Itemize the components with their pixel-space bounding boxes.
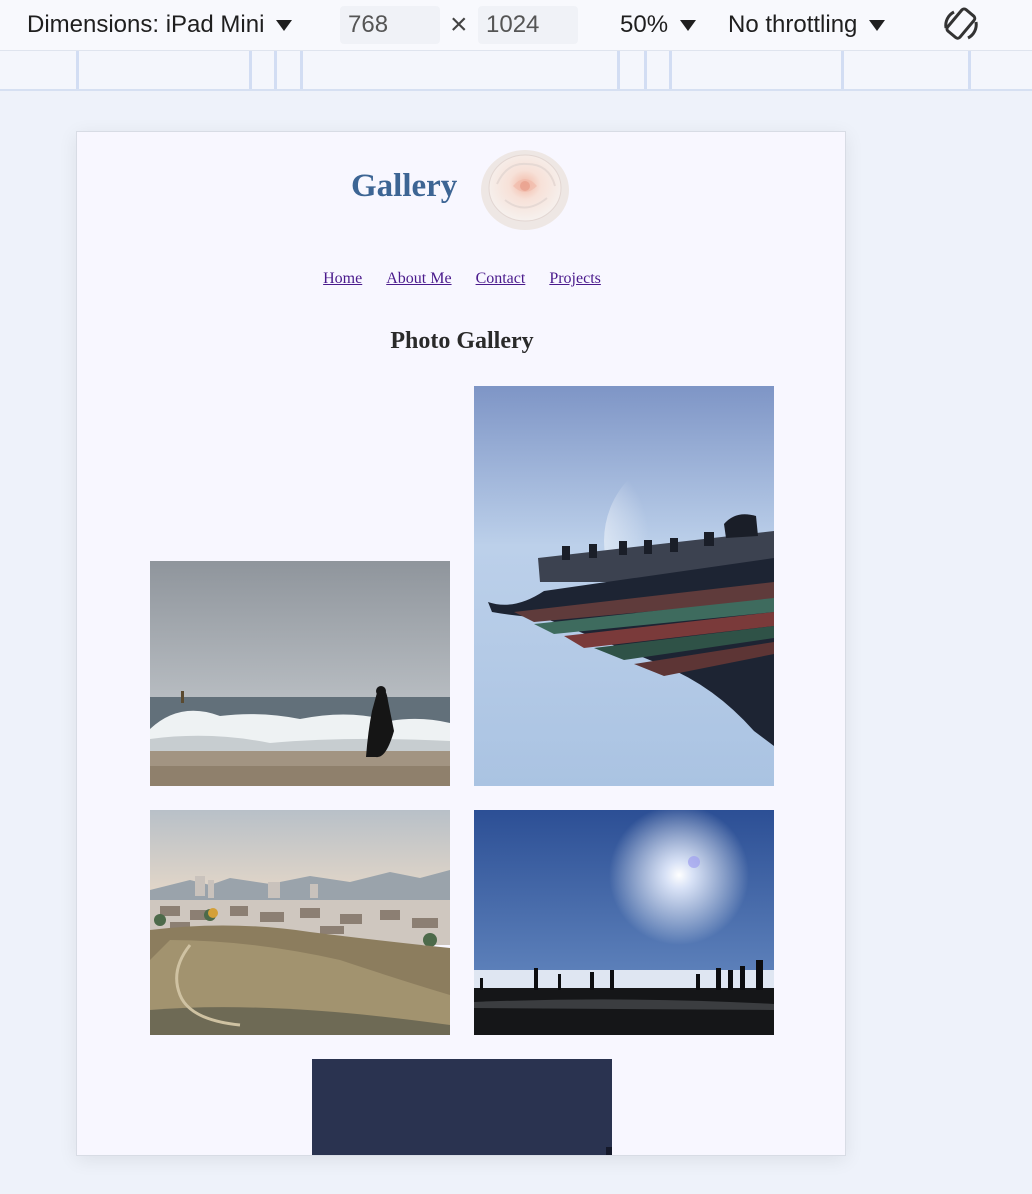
main-nav: Home About Me Contact Projects: [77, 270, 845, 288]
throttling-select[interactable]: No throttling: [728, 0, 886, 50]
palace-roof-photo[interactable]: [474, 386, 774, 786]
nav-link-about-me[interactable]: About Me: [386, 270, 451, 287]
nav-link-home[interactable]: Home: [323, 270, 362, 287]
site-title: Gallery: [351, 168, 458, 204]
device-dimensions-select[interactable]: Dimensions: iPad Mini: [27, 0, 293, 50]
width-value: 768: [348, 11, 389, 38]
nav-link-contact[interactable]: Contact: [476, 270, 526, 287]
height-value: 1024: [486, 11, 540, 38]
nav-link-projects[interactable]: Projects: [549, 270, 601, 287]
sun-silhouettes-photo[interactable]: [474, 810, 774, 1035]
height-input[interactable]: 1024: [478, 6, 578, 44]
zoom-label: 50%: [620, 11, 669, 38]
page-heading: Photo Gallery: [390, 328, 534, 354]
beach-waves-photo[interactable]: [150, 561, 450, 786]
zoom-select[interactable]: 50%: [620, 0, 697, 50]
width-input[interactable]: 768: [340, 6, 440, 44]
dusk-sky-photo[interactable]: [312, 1059, 612, 1155]
chevron-down-icon: [276, 19, 293, 31]
chevron-down-icon: [680, 19, 697, 31]
rose-logo-icon: [481, 150, 569, 230]
chevron-down-icon: [869, 19, 886, 31]
device-dimensions-label: Dimensions: iPad Mini: [27, 11, 265, 38]
throttling-label: No throttling: [728, 11, 858, 38]
device-viewport: Gallery Home About Me Contact Projects P…: [76, 131, 846, 1156]
times-symbol: ×: [450, 8, 468, 41]
city-view-photo[interactable]: [150, 810, 450, 1035]
close-icon: ×: [450, 0, 468, 50]
device-toolbar: Dimensions: iPad Mini 768 × 1024 50% No …: [0, 0, 1032, 51]
rotate-device-icon[interactable]: [940, 4, 982, 46]
media-query-bar: [0, 51, 1032, 91]
